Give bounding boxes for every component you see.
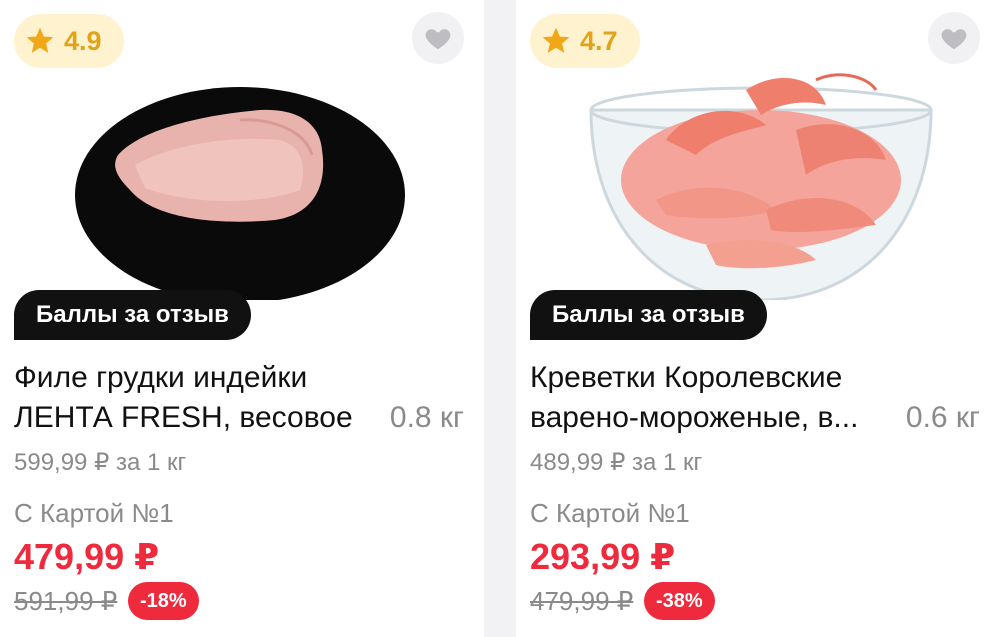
rating-value: 4.9 [64, 25, 102, 56]
product-name[interactable]: Филе грудки индейки ЛЕНТА FRESH, весовое [14, 358, 384, 438]
product-image[interactable] [60, 70, 430, 303]
unit-price: 599,99 ₽ за 1 кг [14, 449, 187, 476]
product-weight: 0.6 кг [905, 401, 980, 434]
star-icon [26, 27, 54, 53]
rating-badge: 4.7 [530, 14, 640, 68]
discount-badge: -18% [128, 582, 199, 620]
favorite-button[interactable] [412, 12, 464, 64]
unit-price: 489,99 ₽ за 1 кг [530, 449, 703, 476]
rating-value: 4.7 [580, 25, 618, 56]
product-card[interactable]: 4.7 Баллы за отзыв Креветки Королевские [516, 0, 1000, 637]
loyalty-card-label: С Картой №1 [530, 498, 690, 528]
loyalty-card-label: С Картой №1 [14, 498, 174, 528]
product-name[interactable]: Креветки Королевские варено-мороженые, в… [530, 358, 900, 438]
rating-badge: 4.9 [14, 14, 124, 68]
product-grid: 4.9 Баллы за отзыв Филе грудки индейки Л… [0, 0, 1000, 637]
discount-badge: -38% [644, 582, 715, 620]
favorite-button[interactable] [928, 12, 980, 64]
bonus-review-badge: Баллы за отзыв [14, 290, 251, 340]
shrimp-bowl-image [589, 73, 933, 302]
old-price: 591,99 ₽ [14, 586, 118, 616]
current-price: 479,99 ₽ [14, 536, 160, 577]
star-icon [542, 27, 570, 53]
product-card[interactable]: 4.9 Баллы за отзыв Филе грудки индейки Л… [0, 0, 484, 637]
current-price: 293,99 ₽ [530, 536, 676, 577]
product-image[interactable] [576, 70, 946, 302]
heart-icon [941, 29, 967, 50]
turkey-fillet-image [75, 87, 405, 303]
old-price: 479,99 ₽ [530, 586, 634, 616]
product-weight: 0.8 кг [389, 401, 464, 434]
bonus-review-badge: Баллы за отзыв [530, 290, 767, 340]
heart-icon [425, 29, 451, 50]
